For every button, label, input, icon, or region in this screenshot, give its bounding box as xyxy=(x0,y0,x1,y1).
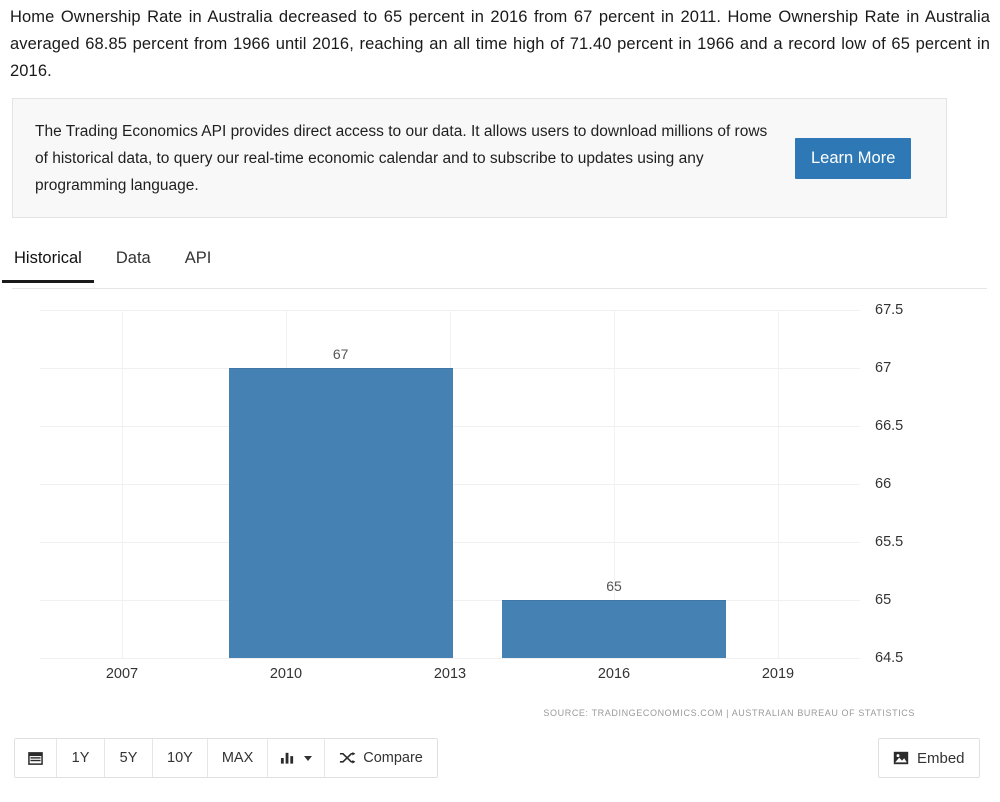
y-axis-tick-label: 67 xyxy=(875,360,892,376)
summary-paragraph: Home Ownership Rate in Australia decreas… xyxy=(10,8,990,80)
y-axis-tick-label: 65 xyxy=(875,592,892,608)
bar-chart-icon xyxy=(280,751,295,765)
chart-toolbar: 1Y 5Y 10Y MAX Compare xyxy=(14,738,438,778)
compare-button[interactable]: Compare xyxy=(325,739,437,777)
embed-label: Embed xyxy=(917,749,965,767)
y-axis-tick-label: 64.5 xyxy=(875,650,904,666)
tab-api[interactable]: API xyxy=(183,245,214,282)
x-axis-tick-label: 2019 xyxy=(761,666,795,682)
x-axis-tick-label: 2007 xyxy=(105,666,139,682)
embed-button[interactable]: Embed xyxy=(878,738,980,778)
y-axis-tick-label: 65.5 xyxy=(875,534,904,550)
chart-bar[interactable] xyxy=(228,368,453,658)
chart-type-dropdown[interactable] xyxy=(268,739,326,777)
api-promo-banner: The Trading Economics API provides direc… xyxy=(12,98,947,218)
chart-bar[interactable] xyxy=(501,600,727,658)
range-max-button[interactable]: MAX xyxy=(207,739,269,777)
x-axis-tick-label: 2010 xyxy=(269,666,303,682)
chart-source-note: SOURCE: TRADINGECONOMICS.COM | AUSTRALIA… xyxy=(543,708,915,718)
shuffle-icon xyxy=(339,751,356,765)
calendar-button[interactable] xyxy=(15,739,57,777)
range-1y-button[interactable]: 1Y xyxy=(57,739,105,777)
tab-data[interactable]: Data xyxy=(114,245,153,282)
bar-value-label: 65 xyxy=(606,578,622,594)
chart-container: 67 65 67.5 67 66.5 66 65.5 65 64.5 2007 2010 2013 2… xyxy=(0,296,1000,728)
trading-economics-chart-page: Home Ownership Rate in Australia decreas… xyxy=(0,0,1000,802)
bar-value-label: 67 xyxy=(332,346,349,362)
y-axis-tick-label: 66.5 xyxy=(875,418,904,434)
y-axis-tick-label: 67.5 xyxy=(875,302,904,318)
y-axis-tick-label: 66 xyxy=(875,476,892,492)
range-5y-button[interactable]: 5Y xyxy=(105,739,153,777)
compare-label: Compare xyxy=(363,750,423,766)
x-gridline xyxy=(122,310,123,658)
image-icon xyxy=(893,751,909,765)
calendar-icon xyxy=(28,751,43,766)
range-10y-button[interactable]: 10Y xyxy=(153,739,208,777)
chart-plot-area[interactable]: 67 65 xyxy=(40,310,860,659)
chevron-down-icon xyxy=(304,755,313,761)
x-axis-tick-label: 2016 xyxy=(597,666,631,682)
learn-more-button[interactable]: Learn More xyxy=(795,137,912,179)
x-axis-tick-label: 2013 xyxy=(433,666,467,682)
tab-historical[interactable]: Historical xyxy=(2,245,94,283)
y-gridline xyxy=(40,658,860,659)
x-gridline xyxy=(778,310,779,658)
chart-tabs: Historical Data API xyxy=(2,245,987,289)
api-promo-text: The Trading Economics API provides direc… xyxy=(35,122,768,194)
